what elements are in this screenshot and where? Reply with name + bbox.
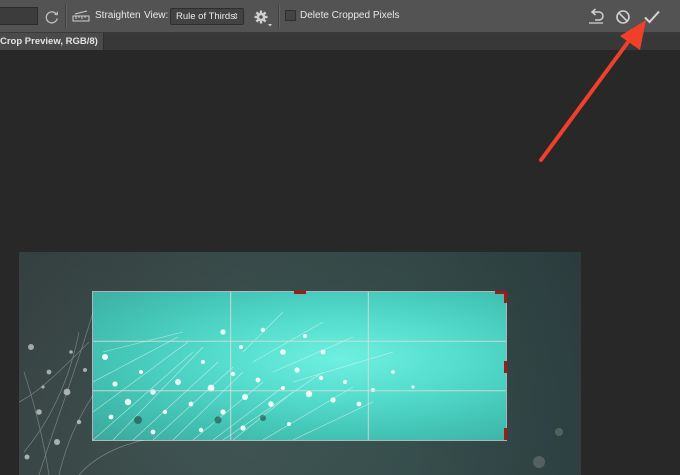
- crop-selection-box[interactable]: [92, 291, 507, 441]
- document-tab-title: Crop Preview, RGB/8): [0, 36, 98, 47]
- document-image[interactable]: [19, 252, 581, 475]
- crop-handle-top-middle[interactable]: [294, 291, 306, 294]
- view-label: View:: [144, 10, 169, 21]
- tab-strip: [104, 33, 680, 50]
- delete-cropped-pixels-label[interactable]: Delete Cropped Pixels: [300, 10, 400, 21]
- delete-cropped-pixels-checkbox[interactable]: [285, 10, 296, 21]
- ratio-height-input[interactable]: [0, 7, 38, 25]
- view-overlay-select[interactable]: Rule of Thirds ⇕: [170, 8, 244, 25]
- crop-handle-bottom-right[interactable]: [504, 428, 507, 440]
- toolbar-separator: [278, 5, 280, 28]
- document-tab[interactable]: Crop Preview, RGB/8): [0, 33, 104, 50]
- select-chevron-icon: ⇕: [232, 12, 239, 21]
- straighten-button[interactable]: Straighten: [95, 10, 141, 21]
- crop-handle-top-right[interactable]: [504, 291, 507, 303]
- cancel-icon[interactable]: [615, 9, 631, 25]
- toolbar-separator: [65, 5, 67, 28]
- rotate-arrows-icon[interactable]: [44, 9, 60, 25]
- crop-handle-right-middle[interactable]: [504, 361, 507, 373]
- straighten-ruler-icon[interactable]: [72, 9, 90, 23]
- crop-options-bar: Straighten View: Rule of Thirds ⇕ Delete…: [0, 0, 680, 33]
- checkmark-icon[interactable]: [643, 9, 661, 25]
- view-select-value: Rule of Thirds: [176, 11, 235, 22]
- gear-icon[interactable]: [253, 9, 273, 27]
- reset-icon[interactable]: [587, 8, 605, 25]
- crop-photo: [93, 292, 506, 440]
